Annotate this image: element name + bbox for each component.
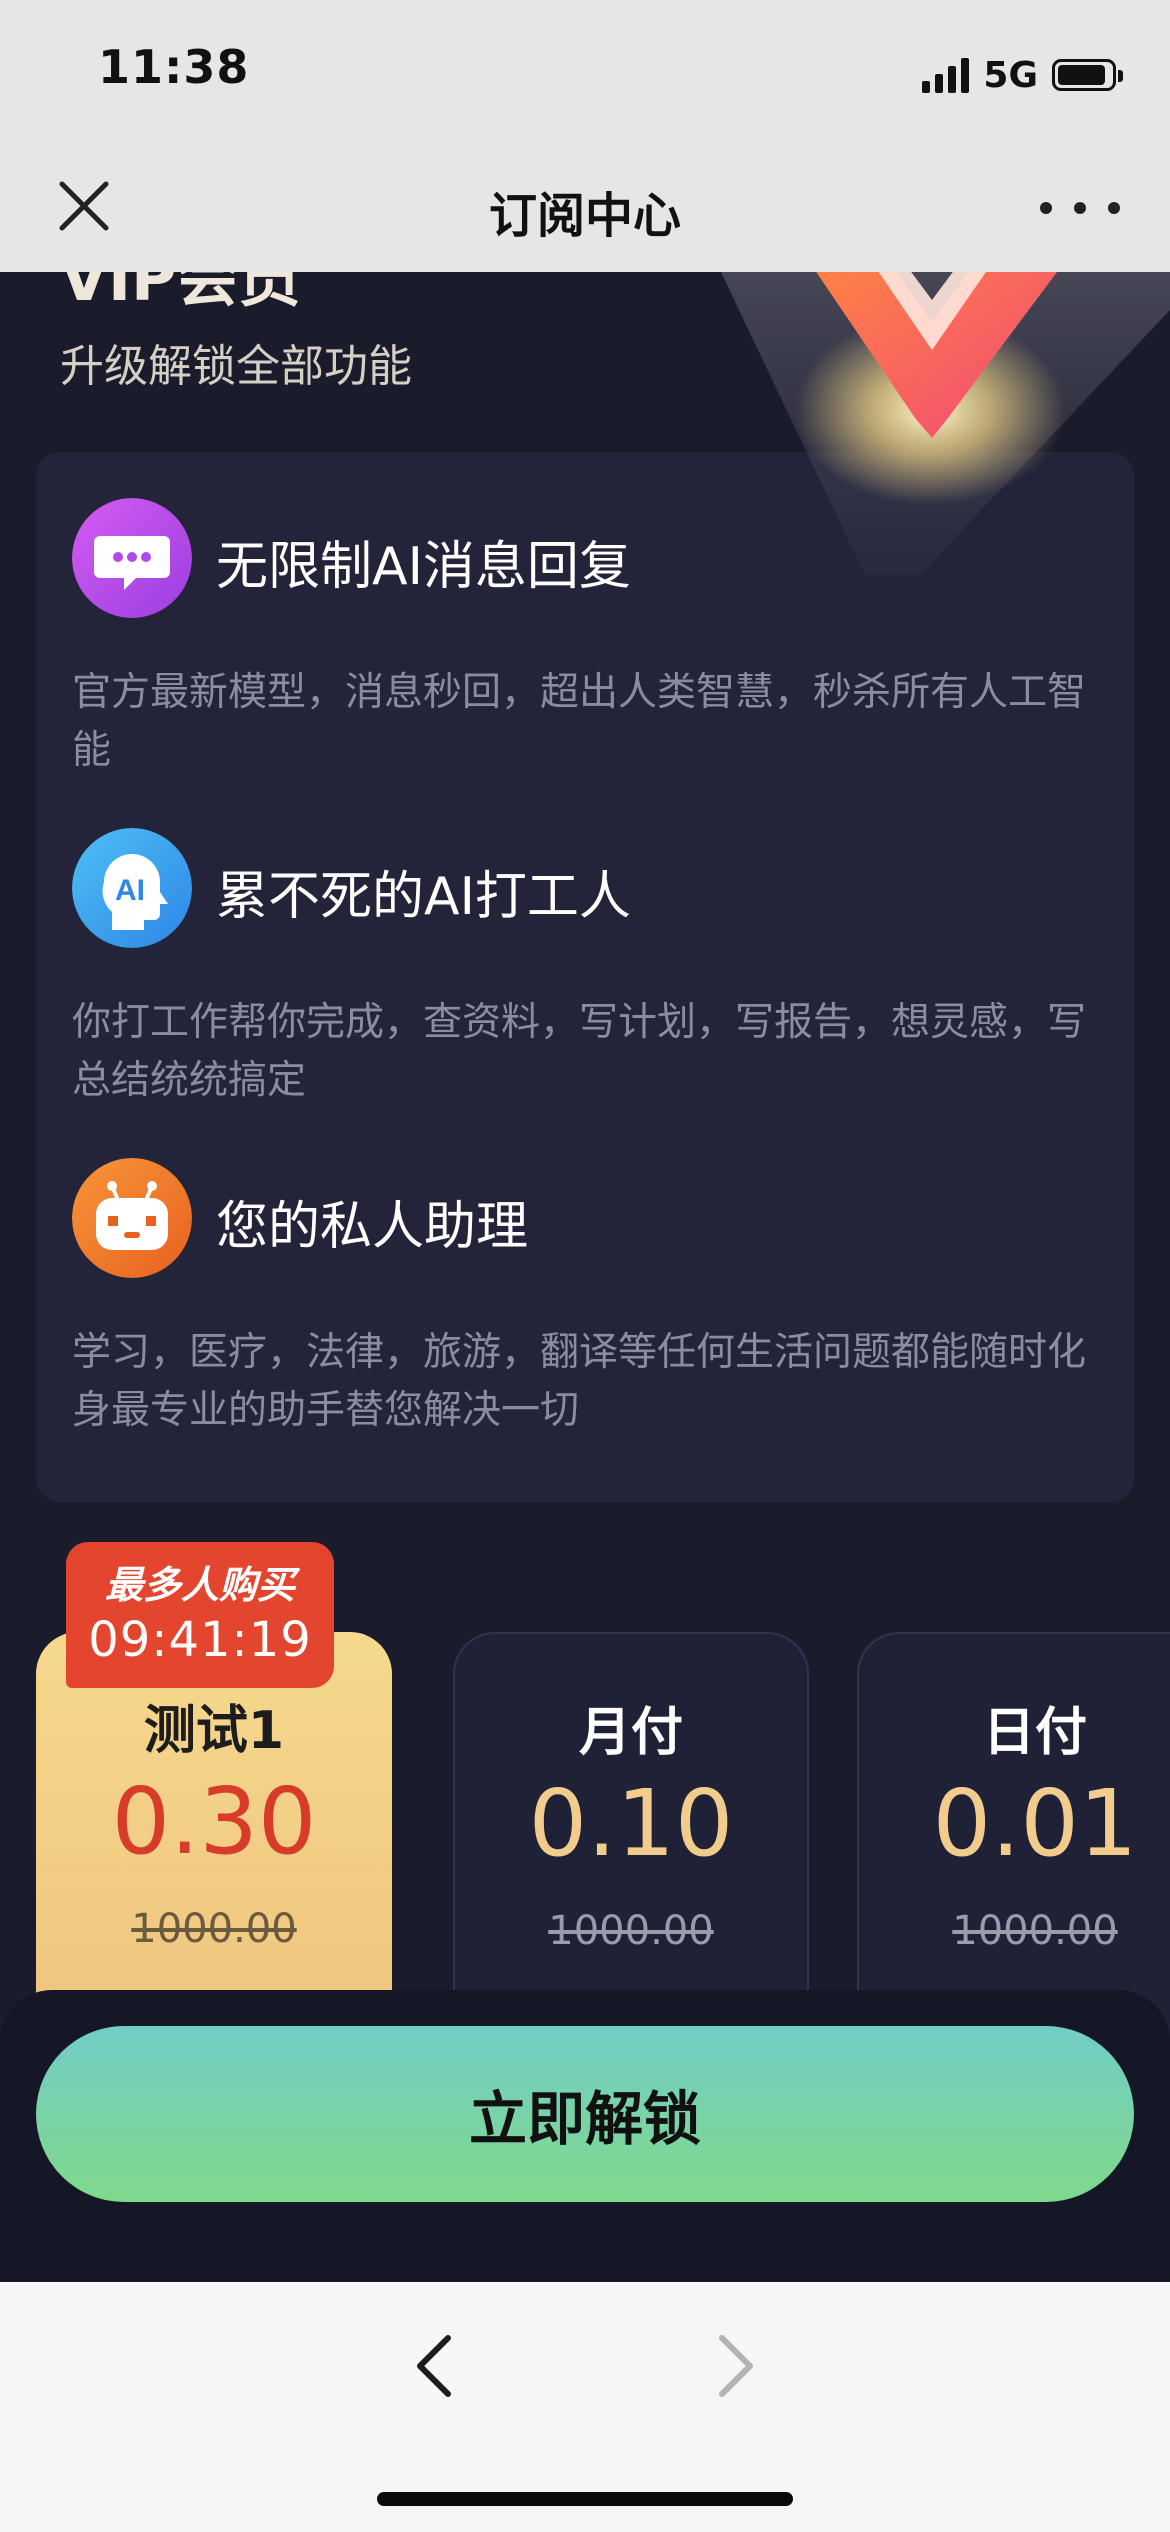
- feature-title: 无限制AI消息回复: [216, 537, 631, 597]
- chevron-right-icon[interactable]: [706, 2326, 766, 2406]
- plan-original-price: 1000.00: [952, 1908, 1118, 1954]
- page-title: 订阅中心: [488, 188, 681, 244]
- plan-name: 月付: [578, 1703, 683, 1763]
- plan-price: 0.01: [932, 1770, 1138, 1877]
- vip-v-badge-icon: [720, 230, 1170, 575]
- plan-original-price: 1000.00: [548, 1908, 714, 1954]
- close-icon[interactable]: [56, 178, 112, 234]
- plan-name: 测试1: [143, 1701, 285, 1761]
- network-type: 5G: [983, 54, 1038, 96]
- unlock-now-button[interactable]: 立即解锁: [36, 2026, 1134, 2202]
- plan-card[interactable]: 日付 0.01 1000.00: [857, 1632, 1170, 2032]
- plan-price: 0.30: [111, 1768, 317, 1875]
- plan-original-price: 1000.00: [131, 1906, 297, 1952]
- home-indicator: [377, 2492, 793, 2506]
- plan-card[interactable]: 月付 0.10 1000.00: [453, 1632, 809, 2032]
- battery-icon: [1052, 59, 1123, 91]
- promo-badge: 最多人购买 09:41:19: [66, 1542, 334, 1688]
- robot-icon: [72, 1158, 192, 1278]
- hero-subtitle: 升级解锁全部功能: [60, 341, 412, 392]
- top-bar: 11:38 5G 订阅中心: [0, 0, 1170, 272]
- plan-name: 日付: [982, 1703, 1087, 1763]
- browser-toolbar: [0, 2282, 1170, 2532]
- plan-card-selected[interactable]: 测试1 0.30 1000.00: [36, 1632, 392, 2032]
- status-icons: 5G: [922, 50, 1123, 100]
- plan-price: 0.10: [528, 1770, 734, 1877]
- chat-bubble-icon: [72, 498, 192, 618]
- svg-text:AI: AI: [115, 874, 145, 907]
- chevron-left-icon[interactable]: [404, 2326, 464, 2406]
- feature-card: 无限制AI消息回复 官方最新模型，消息秒回，超出人类智慧，秒杀所有人工智能 AI…: [36, 452, 1134, 1502]
- feature-description: 你打工作帮你完成，查资料，写计划，写报告，想灵感，写总结统统搞定: [72, 1000, 1087, 1103]
- ai-head-icon: AI: [72, 828, 192, 948]
- feature-description: 官方最新模型，消息秒回，超出人类智慧，秒杀所有人工智能: [72, 670, 1087, 773]
- status-time: 11:38: [98, 40, 250, 94]
- feature-description: 学习，医疗，法律，旅游，翻译等任何生活问题都能随时化身最专业的助手替您解决一切: [72, 1330, 1087, 1433]
- countdown-timer: 09:41:19: [88, 1612, 312, 1668]
- feature-title: 您的私人助理: [216, 1197, 529, 1257]
- promo-label: 最多人购买: [104, 1563, 295, 1607]
- more-dots-icon[interactable]: [1040, 188, 1120, 228]
- cellular-signal-icon: [922, 57, 970, 93]
- feature-title: 累不死的AI打工人: [216, 867, 631, 927]
- purchase-panel: 立即解锁: [0, 1990, 1170, 2282]
